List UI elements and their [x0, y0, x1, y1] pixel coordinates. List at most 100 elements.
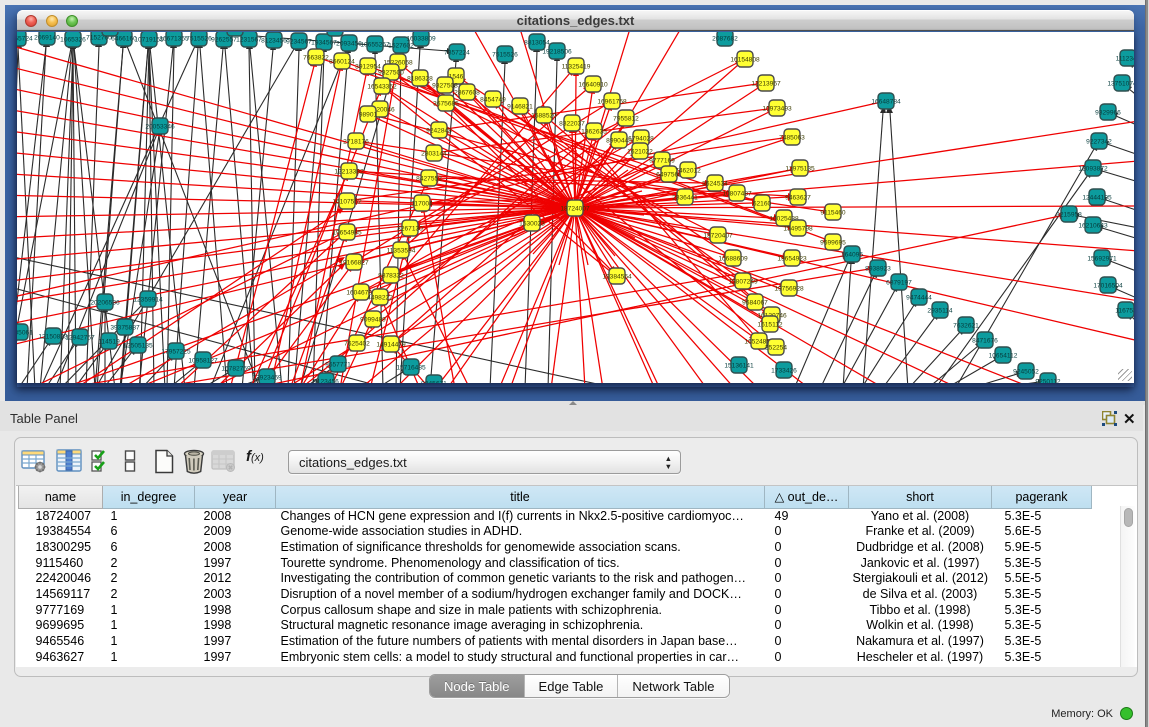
svg-text:7955812: 7955812 [613, 115, 639, 122]
svg-text:4498222: 4498222 [367, 294, 393, 301]
svg-text:9474444: 9474444 [906, 294, 932, 301]
svg-text:7357224: 7357224 [444, 49, 470, 56]
svg-text:10807487: 10807487 [722, 190, 752, 197]
svg-text:114519: 114519 [98, 338, 120, 345]
svg-text:1527602: 1527602 [388, 42, 414, 49]
svg-text:1112345: 1112345 [1116, 55, 1134, 62]
svg-text:1615112: 1615112 [757, 321, 783, 328]
svg-text:9327508: 9327508 [432, 82, 458, 89]
svg-text:7485063: 7485063 [779, 134, 805, 141]
svg-text:19384554: 19384554 [602, 273, 632, 280]
svg-text:2718176: 2718176 [343, 138, 369, 145]
svg-text:15807249: 15807249 [728, 278, 758, 285]
svg-text:11353594: 11353594 [387, 247, 416, 254]
svg-text:19166827: 19166827 [339, 259, 369, 266]
svg-text:1733426: 1733426 [771, 367, 797, 374]
svg-text:16671355: 16671355 [159, 35, 189, 42]
svg-text:9242848: 9242848 [426, 127, 452, 134]
svg-text:15716485: 15716485 [396, 364, 426, 371]
svg-text:9146821: 9146821 [507, 103, 533, 110]
svg-text:15495798: 15495798 [783, 225, 813, 232]
svg-text:14914479: 14914479 [376, 341, 406, 348]
svg-text:12923469: 12923469 [252, 374, 282, 381]
svg-text:8454749: 8454749 [480, 96, 506, 103]
svg-text:1530023: 1530023 [519, 220, 545, 227]
svg-text:15136141: 15136141 [724, 362, 754, 369]
svg-text:7515526: 7515526 [186, 35, 212, 42]
svg-text:14055724: 14055724 [17, 35, 33, 42]
svg-text:10973493: 10973493 [762, 105, 792, 112]
svg-text:8427552: 8427552 [416, 175, 442, 182]
svg-text:117004: 117004 [411, 200, 433, 207]
svg-text:7515526: 7515526 [492, 51, 518, 58]
svg-text:8322037: 8322037 [559, 120, 585, 127]
svg-text:12359914: 12359914 [133, 296, 163, 303]
svg-text:10654112: 10654112 [989, 352, 1018, 359]
svg-text:3624534: 3624534 [702, 180, 728, 187]
svg-text:12213967: 12213967 [751, 80, 781, 87]
svg-text:9234567: 9234567 [286, 38, 312, 45]
svg-text:6879197: 6879197 [886, 279, 912, 286]
svg-text:9699695: 9699695 [820, 239, 846, 246]
svg-text:8660124: 8660124 [329, 58, 355, 65]
svg-text:16210643: 16210643 [1078, 222, 1108, 229]
svg-text:7632621: 7632621 [953, 322, 979, 329]
svg-text:2803144: 2803144 [421, 150, 447, 157]
svg-text:20053346: 20053346 [145, 123, 175, 130]
svg-text:13751074: 13751074 [1107, 80, 1134, 87]
svg-text:15692971: 15692971 [1087, 255, 1117, 262]
svg-text:9115460: 9115460 [820, 209, 846, 216]
svg-text:9123456: 9123456 [313, 378, 339, 383]
svg-text:252254: 252254 [765, 344, 787, 351]
svg-text:12213382: 12213382 [334, 168, 364, 175]
svg-text:9262557: 9262557 [211, 36, 237, 43]
svg-text:16154808: 16154808 [730, 56, 760, 63]
svg-text:3267130: 3267130 [397, 225, 423, 232]
svg-text:16033809: 16033809 [406, 35, 436, 42]
svg-text:10655267: 10655267 [360, 41, 390, 48]
svg-text:6794028: 6794028 [628, 135, 654, 142]
svg-text:7625402: 7625402 [344, 340, 370, 347]
svg-text:4385061: 4385061 [17, 329, 33, 336]
svg-text:17957225: 17957225 [161, 348, 191, 355]
svg-text:9777169: 9777169 [649, 157, 675, 164]
svg-text:12093872: 12093872 [1078, 165, 1108, 172]
svg-text:7663822: 7663822 [303, 54, 329, 61]
svg-text:17016504: 17016504 [1093, 282, 1123, 289]
svg-text:16782759: 16782759 [221, 365, 251, 372]
svg-text:12150823: 12150823 [38, 333, 68, 340]
svg-text:16648784: 16648784 [871, 98, 901, 105]
svg-text:9227342: 9227342 [1086, 138, 1112, 145]
svg-text:3675685: 3675685 [433, 100, 459, 107]
svg-text:9657771: 9657771 [325, 361, 351, 368]
svg-text:9327500: 9327500 [378, 69, 404, 76]
svg-text:12975135: 12975135 [785, 165, 815, 172]
svg-text:15720407: 15720407 [703, 232, 733, 239]
svg-text:12942757: 12942757 [65, 334, 95, 341]
svg-text:8878332: 8878332 [378, 272, 404, 279]
svg-text:1934567: 1934567 [311, 39, 337, 46]
svg-text:98901: 98901 [359, 111, 378, 118]
svg-text:8813054: 8813054 [524, 39, 550, 46]
svg-text:16107552: 16107552 [332, 198, 362, 205]
svg-text:9463627: 9463627 [785, 194, 811, 201]
svg-text:10958127: 10958127 [188, 357, 218, 364]
svg-text:19218506: 19218506 [542, 48, 572, 55]
svg-text:8123456: 8123456 [261, 37, 287, 44]
svg-text:9099489: 9099489 [360, 316, 386, 323]
svg-text:12444195: 12444195 [1082, 194, 1112, 201]
svg-text:20206536: 20206536 [90, 299, 120, 306]
svg-text:19654985: 19654985 [332, 229, 362, 236]
svg-text:9684067: 9684067 [742, 299, 768, 306]
svg-text:8186328: 8186328 [407, 75, 433, 82]
svg-text:19756928: 19756928 [774, 285, 804, 292]
svg-text:8938923: 8938923 [865, 265, 891, 272]
svg-text:116753: 116753 [1115, 307, 1134, 314]
svg-text:9329966: 9329966 [1095, 109, 1121, 116]
svg-text:1231567: 1231567 [236, 36, 262, 43]
svg-text:2336441: 2336441 [672, 194, 698, 201]
svg-text:1065326: 1065326 [60, 36, 86, 43]
svg-text:2069140: 2069140 [34, 34, 60, 41]
svg-text:2087682: 2087682 [712, 35, 738, 42]
svg-text:1362635: 1362635 [581, 128, 607, 135]
